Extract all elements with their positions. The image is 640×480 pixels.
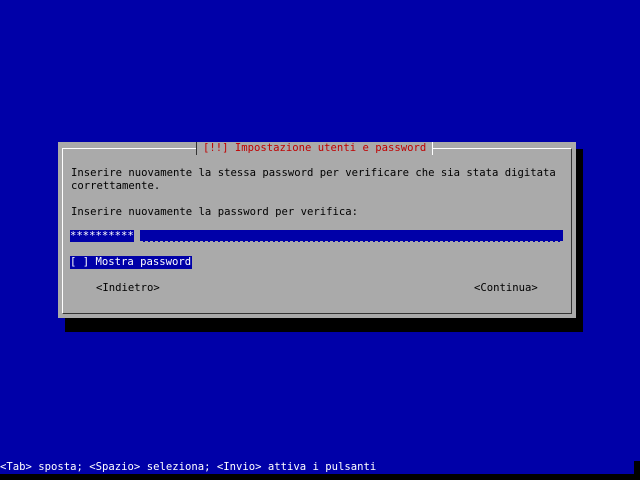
description-line-1: Inserire nuovamente la stessa password p… — [71, 167, 556, 179]
password-input[interactable]: ********** — [70, 230, 134, 242]
password-input-field[interactable] — [140, 230, 563, 242]
screen-bottom-edge — [0, 474, 640, 480]
continue-button[interactable]: <Continua> — [474, 282, 538, 295]
screen-corner — [634, 461, 640, 480]
password-prompt: Inserire nuovamente la password per veri… — [71, 206, 359, 218]
dialog-title: [!!] Impostazione utenti e password — [196, 142, 434, 155]
status-bar-text: <Tab> sposta; <Spazio> seleziona; <Invio… — [0, 461, 377, 473]
show-password-checkbox[interactable]: [ ] Mostra password — [70, 256, 193, 269]
back-button[interactable]: <Indietro> — [96, 282, 160, 295]
description-line-2: correttamente. — [71, 180, 161, 192]
